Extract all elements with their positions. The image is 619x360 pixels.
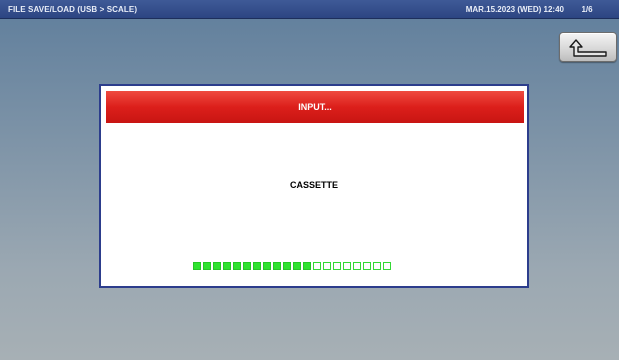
- progress-segment-empty: [383, 262, 391, 270]
- progress-segment-empty: [343, 262, 351, 270]
- return-arrow-icon: [569, 39, 607, 57]
- progress-bar: [193, 262, 393, 272]
- progress-segment-filled: [193, 262, 201, 270]
- progress-segment-filled: [233, 262, 241, 270]
- progress-segment-filled: [263, 262, 271, 270]
- progress-segment-empty: [313, 262, 321, 270]
- progress-segment-empty: [323, 262, 331, 270]
- back-button[interactable]: [559, 32, 617, 62]
- progress-segment-empty: [333, 262, 341, 270]
- title-bar: FILE SAVE/LOAD (USB > SCALE) MAR.15.2023…: [0, 0, 619, 19]
- progress-segment-empty: [353, 262, 361, 270]
- progress-segment-filled: [283, 262, 291, 270]
- progress-segment-filled: [203, 262, 211, 270]
- screen-title: FILE SAVE/LOAD (USB > SCALE): [8, 5, 138, 14]
- progress-segment-filled: [243, 262, 251, 270]
- progress-dialog: INPUT... CASSETTE: [99, 84, 529, 288]
- date-time: MAR.15.2023 (WED) 12:40: [465, 5, 564, 14]
- progress-segment-filled: [223, 262, 231, 270]
- progress-segment-filled: [253, 262, 261, 270]
- progress-segment-filled: [293, 262, 301, 270]
- dialog-title: INPUT...: [106, 91, 524, 123]
- dialog-message: CASSETTE: [289, 180, 338, 190]
- progress-segment-filled: [273, 262, 281, 270]
- progress-segment-filled: [213, 262, 221, 270]
- progress-segment-empty: [363, 262, 371, 270]
- progress-segment-filled: [303, 262, 311, 270]
- page-indicator: 1/6: [581, 5, 593, 14]
- progress-segment-empty: [373, 262, 381, 270]
